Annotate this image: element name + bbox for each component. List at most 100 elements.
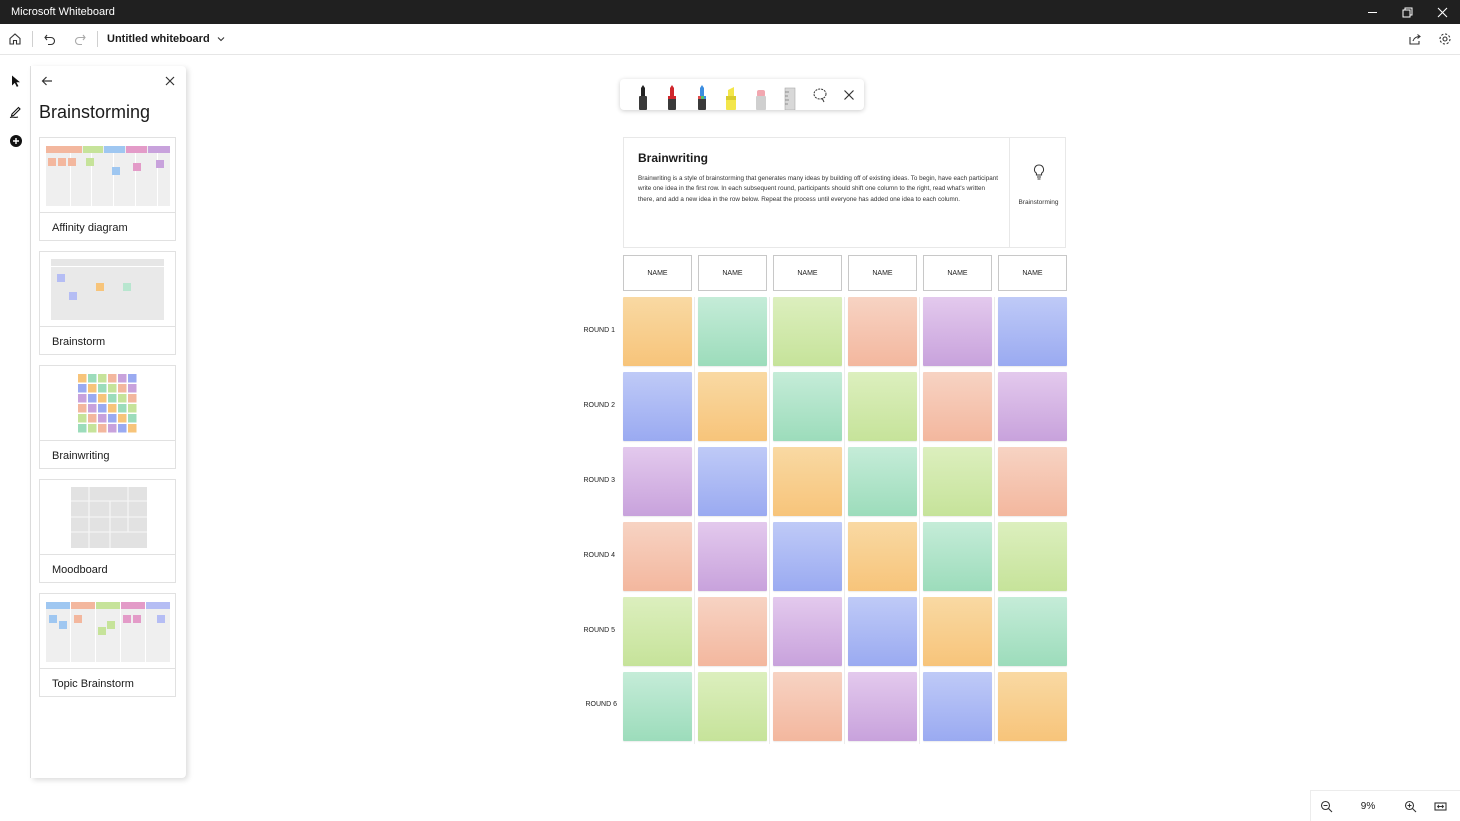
restore-button[interactable]	[1390, 0, 1425, 24]
minimize-button[interactable]	[1355, 0, 1390, 24]
template-label: Brainstorm	[52, 336, 106, 348]
sticky-note[interactable]	[698, 372, 767, 441]
zoom-level[interactable]: 9%	[1341, 801, 1395, 812]
sticky-note[interactable]	[623, 297, 692, 366]
back-arrow-icon	[41, 76, 52, 86]
close-icon	[844, 89, 855, 100]
name-header[interactable]: NAME	[623, 255, 692, 291]
eraser-button[interactable]	[746, 79, 776, 110]
zoom-in-button[interactable]	[1395, 791, 1425, 821]
thumbnail-note	[118, 404, 127, 413]
sticky-note[interactable]	[698, 672, 767, 741]
close-window-button[interactable]	[1425, 0, 1460, 24]
name-header[interactable]: NAME	[998, 255, 1067, 291]
sticky-note[interactable]	[773, 522, 842, 591]
sticky-note[interactable]	[623, 597, 692, 666]
back-button[interactable]	[37, 71, 57, 91]
sticky-note[interactable]	[923, 372, 992, 441]
sticky-note[interactable]	[998, 372, 1067, 441]
share-button[interactable]	[1400, 24, 1430, 54]
inking-tool-button[interactable]	[0, 96, 31, 126]
divider	[97, 31, 98, 47]
settings-icon	[1439, 33, 1451, 45]
lasso-button[interactable]	[805, 79, 835, 110]
sticky-note[interactable]	[698, 447, 767, 516]
sticky-note[interactable]	[623, 522, 692, 591]
name-header[interactable]: NAME	[848, 255, 917, 291]
template-thumbnail	[40, 594, 175, 669]
redo-button[interactable]	[65, 24, 95, 54]
sticky-note[interactable]	[923, 447, 992, 516]
zoom-out-button[interactable]	[1311, 791, 1341, 821]
board-title-menu[interactable]: Untitled whiteboard	[107, 33, 226, 45]
fit-to-screen-button[interactable]	[1425, 791, 1455, 821]
sticky-note[interactable]	[773, 672, 842, 741]
sticky-note[interactable]	[848, 372, 917, 441]
sticky-note[interactable]	[923, 522, 992, 591]
template-brainwriting[interactable]: Brainwriting	[39, 365, 176, 469]
select-tool-button[interactable]	[0, 66, 31, 96]
pen-black-button[interactable]	[628, 79, 658, 110]
template-info-card[interactable]: Brainwriting Brainwriting is a style of …	[623, 137, 1066, 248]
pen-icon	[638, 85, 647, 110]
name-header[interactable]: NAME	[923, 255, 992, 291]
sticky-note[interactable]	[923, 297, 992, 366]
app-title: Microsoft Whiteboard	[11, 6, 115, 18]
thumbnail-note	[108, 374, 117, 383]
template-thumbnail	[40, 138, 175, 213]
sticky-note[interactable]	[773, 597, 842, 666]
sticky-note[interactable]	[848, 672, 917, 741]
sticky-note[interactable]	[698, 522, 767, 591]
template-thumbnail	[40, 366, 175, 441]
thumbnail-note	[98, 394, 107, 403]
round-label: ROUND 1	[583, 327, 615, 334]
sticky-note[interactable]	[998, 672, 1067, 741]
thumbnail-note	[88, 414, 97, 423]
thumbnail-note	[78, 384, 87, 393]
sticky-note[interactable]	[623, 672, 692, 741]
thumbnail-note	[118, 414, 127, 423]
restore-icon	[1402, 7, 1413, 17]
pen-rainbow-button[interactable]	[687, 79, 717, 110]
sticky-note[interactable]	[998, 522, 1067, 591]
zoom-out-icon	[1320, 800, 1332, 812]
close-panel-button[interactable]	[160, 71, 180, 91]
highlighter-button[interactable]	[717, 79, 747, 110]
command-bar: Untitled whiteboard	[0, 24, 1460, 55]
sticky-note[interactable]	[848, 522, 917, 591]
ruler-button[interactable]	[776, 79, 806, 110]
template-brainstorm[interactable]: Brainstorm	[39, 251, 176, 355]
sticky-note[interactable]	[698, 597, 767, 666]
template-moodboard[interactable]: Moodboard	[39, 479, 176, 583]
sticky-note[interactable]	[848, 597, 917, 666]
home-button[interactable]	[0, 24, 30, 54]
pen-red-button[interactable]	[658, 79, 688, 110]
settings-button[interactable]	[1430, 24, 1460, 54]
sticky-note[interactable]	[698, 297, 767, 366]
sticky-note[interactable]	[623, 447, 692, 516]
thumbnail-note	[128, 394, 137, 403]
template-affinity-diagram[interactable]: Affinity diagram	[39, 137, 176, 241]
sticky-note[interactable]	[998, 597, 1067, 666]
undo-button[interactable]	[35, 24, 65, 54]
sticky-note[interactable]	[998, 447, 1067, 516]
sticky-note[interactable]	[848, 447, 917, 516]
board-title: Untitled whiteboard	[107, 33, 210, 45]
sticky-note[interactable]	[923, 672, 992, 741]
sticky-note[interactable]	[998, 297, 1067, 366]
sticky-note[interactable]	[923, 597, 992, 666]
close-icon	[165, 76, 175, 86]
sticky-note[interactable]	[848, 297, 917, 366]
sticky-note[interactable]	[773, 372, 842, 441]
card-category: Brainstorming	[1009, 138, 1066, 247]
add-content-button[interactable]	[0, 126, 31, 156]
sticky-note[interactable]	[773, 447, 842, 516]
thumbnail-note	[98, 424, 107, 433]
grid-line	[994, 297, 995, 744]
sticky-note[interactable]	[623, 372, 692, 441]
name-header[interactable]: NAME	[698, 255, 767, 291]
close-ink-toolbar-button[interactable]	[835, 79, 865, 110]
name-header[interactable]: NAME	[773, 255, 842, 291]
sticky-note[interactable]	[773, 297, 842, 366]
template-topic-brainstorm[interactable]: Topic Brainstorm	[39, 593, 176, 697]
